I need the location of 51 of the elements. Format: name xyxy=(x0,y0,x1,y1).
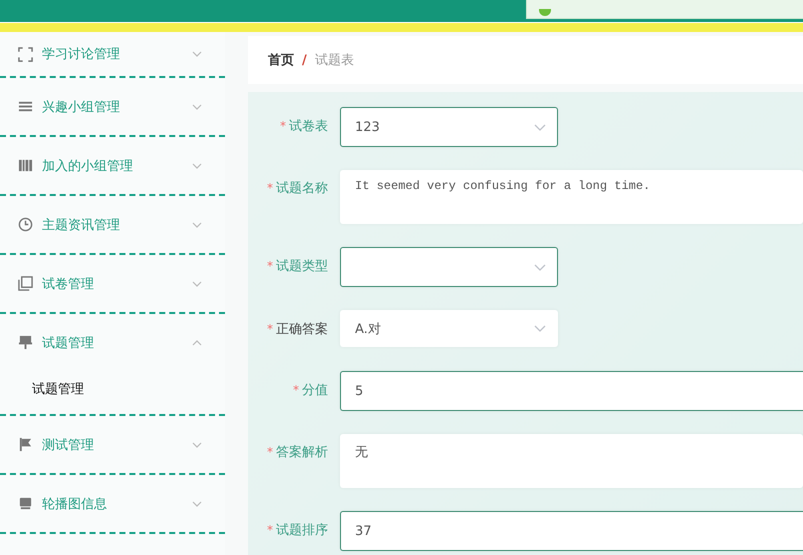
required-mark: * xyxy=(267,322,273,336)
bars-icon xyxy=(18,158,33,173)
input-field[interactable]: 5 xyxy=(340,371,803,411)
copy-icon xyxy=(18,276,33,291)
text-area[interactable]: It seemed very confusing for a long time. xyxy=(340,170,803,224)
select-field[interactable] xyxy=(340,247,558,287)
success-icon xyxy=(539,9,551,16)
sidebar-item[interactable]: 兴趣小组管理 xyxy=(3,78,222,135)
flag-icon xyxy=(18,437,33,452)
frame-icon xyxy=(18,46,33,62)
field-label: 试题类型 xyxy=(276,258,328,275)
input-field[interactable]: 37 xyxy=(340,511,803,551)
chevron-icon xyxy=(192,104,202,110)
field-label: 试卷表 xyxy=(289,118,328,135)
required-mark: * xyxy=(267,523,273,537)
field-label: 试题名称 xyxy=(276,180,328,197)
chevron-icon xyxy=(192,280,202,286)
field-label: 试题排序 xyxy=(276,522,328,539)
clock-icon xyxy=(18,217,33,232)
breadcrumb-link[interactable]: 试题表 xyxy=(314,51,354,69)
required-mark: * xyxy=(280,119,286,133)
required-mark: * xyxy=(267,259,273,273)
required-mark: * xyxy=(267,445,273,459)
chevron-icon xyxy=(192,51,202,57)
sidebar-item[interactable]: 试卷管理 xyxy=(3,255,222,312)
caret-icon xyxy=(534,264,546,270)
sidebar-item[interactable]: 测试管理 xyxy=(3,416,222,473)
chevron-icon xyxy=(192,500,202,506)
chevron-icon xyxy=(192,162,202,168)
chevron-icon xyxy=(192,340,202,346)
required-mark: * xyxy=(293,383,299,397)
chevron-icon xyxy=(192,222,202,228)
sidebar-item[interactable]: 学习讨论管理 xyxy=(3,32,222,76)
stamp-icon xyxy=(18,335,33,350)
breadcrumb-link[interactable]: 首页 xyxy=(268,51,294,69)
field-label: 正确答案 xyxy=(276,321,328,338)
caret-icon xyxy=(534,124,546,130)
breadcrumb-separator: / xyxy=(302,52,307,68)
sidebar-item[interactable]: 轮播图信息 xyxy=(3,475,222,532)
field-label: 答案解析 xyxy=(276,444,328,461)
chevron-icon xyxy=(192,442,202,448)
select-field[interactable]: A.对 xyxy=(340,310,558,347)
sidebar-item[interactable]: 主题资讯管理 xyxy=(3,196,222,253)
select-field[interactable]: 123 xyxy=(340,107,558,147)
caret-icon xyxy=(534,325,546,332)
text-area[interactable]: 无 xyxy=(340,434,803,488)
sidebar-item[interactable]: 加入的小组管理 xyxy=(3,137,222,194)
list-icon xyxy=(18,99,33,114)
field-label: 分值 xyxy=(302,382,328,399)
required-mark: * xyxy=(267,181,273,195)
monitor-icon xyxy=(18,496,33,511)
